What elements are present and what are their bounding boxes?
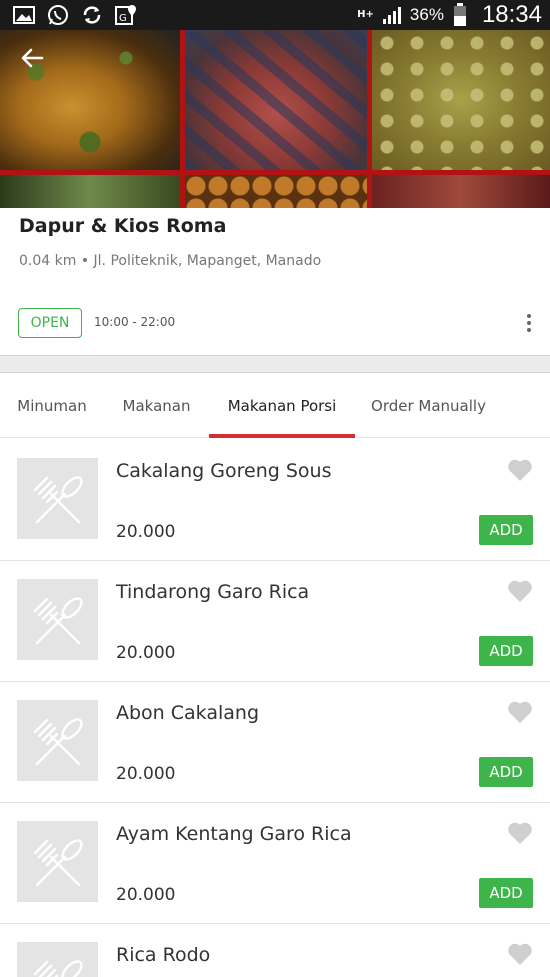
menu-item-name: Abon Cakalang — [116, 702, 260, 724]
whatsapp-icon — [46, 4, 70, 26]
tab-makanan-porsi[interactable]: Makanan Porsi — [209, 373, 355, 438]
menu-item-name: Cakalang Goreng Sous — [116, 460, 332, 482]
fork-knife-icon — [33, 717, 83, 765]
store-name: Dapur & Kios Roma — [19, 215, 227, 237]
food-placeholder-image — [17, 458, 98, 539]
add-button[interactable]: ADD — [479, 878, 533, 908]
cover-photo-curry — [372, 30, 550, 170]
category-tabs: Minuman Makanan Makanan Porsi Order Manu… — [0, 373, 550, 438]
more-vert-icon — [527, 314, 531, 318]
back-button[interactable] — [14, 44, 50, 72]
favorite-button[interactable] — [507, 579, 535, 605]
cover-photo-potatoes — [185, 175, 367, 208]
tab-order-manually[interactable]: Order Manually — [355, 373, 502, 438]
heart-icon — [508, 701, 532, 723]
heart-icon — [508, 459, 532, 481]
menu-item-price: 20.000 — [116, 885, 176, 905]
heart-icon — [508, 580, 532, 602]
fork-knife-icon — [33, 960, 83, 977]
menu-item-price: 20.000 — [116, 643, 176, 663]
heart-icon — [508, 822, 532, 844]
food-placeholder-image — [17, 942, 98, 977]
food-placeholder-image — [17, 700, 98, 781]
svg-text:G: G — [119, 13, 127, 24]
fork-knife-icon — [33, 475, 83, 523]
tab-minuman[interactable]: Minuman — [0, 373, 104, 438]
favorite-button[interactable] — [507, 458, 535, 484]
menu-item-name: Ayam Kentang Garo Rica — [116, 823, 352, 845]
add-button[interactable]: ADD — [479, 636, 533, 666]
fork-knife-icon — [33, 838, 83, 886]
menu-item[interactable]: Cakalang Goreng Sous 20.000 ADD — [0, 440, 550, 561]
sync-icon — [80, 4, 104, 26]
heart-icon — [508, 943, 532, 965]
cover-photo-greens — [0, 175, 180, 208]
cover-photo-meat — [372, 175, 550, 208]
store-address: 0.04 km • Jl. Politeknik, Mapanget, Mana… — [19, 253, 322, 269]
favorite-button[interactable] — [507, 821, 535, 847]
menu-item-name: Tindarong Garo Rica — [116, 581, 310, 603]
favorite-button[interactable] — [507, 700, 535, 726]
menu-item[interactable]: Ayam Kentang Garo Rica 20.000 ADD — [0, 803, 550, 924]
battery-percent: 36% — [409, 5, 444, 24]
more-options-button[interactable] — [520, 310, 538, 336]
open-status-badge: OPEN — [18, 308, 82, 338]
menu-item[interactable]: Rica Rodo — [0, 924, 550, 977]
menu-item[interactable]: Tindarong Garo Rica 20.000 ADD — [0, 561, 550, 682]
tab-makanan[interactable]: Makanan — [104, 373, 209, 438]
fork-knife-icon — [33, 596, 83, 644]
add-button[interactable]: ADD — [479, 515, 533, 545]
opening-hours: 10:00 - 22:00 — [94, 315, 176, 329]
network-type-indicator: H+ — [357, 9, 374, 20]
maps-icon: G — [114, 4, 138, 26]
food-placeholder-image — [17, 579, 98, 660]
menu-item-price: 20.000 — [116, 764, 176, 784]
menu-item[interactable]: Abon Cakalang 20.000 ADD — [0, 682, 550, 803]
favorite-button[interactable] — [507, 942, 535, 968]
gallery-icon — [12, 4, 36, 26]
signal-icon — [382, 4, 406, 26]
store-cover-photo — [0, 30, 550, 208]
clock: 18:34 — [481, 1, 542, 28]
cover-photo-fish-sauce — [185, 30, 367, 170]
food-placeholder-image — [17, 821, 98, 902]
arrow-left-icon — [21, 48, 44, 68]
battery-icon — [448, 3, 472, 26]
menu-item-name: Rica Rodo — [116, 944, 211, 966]
add-button[interactable]: ADD — [479, 757, 533, 787]
status-bar: G H+ 36% 18:34 — [0, 0, 550, 30]
menu-item-price: 20.000 — [116, 522, 176, 542]
section-divider — [0, 355, 550, 373]
